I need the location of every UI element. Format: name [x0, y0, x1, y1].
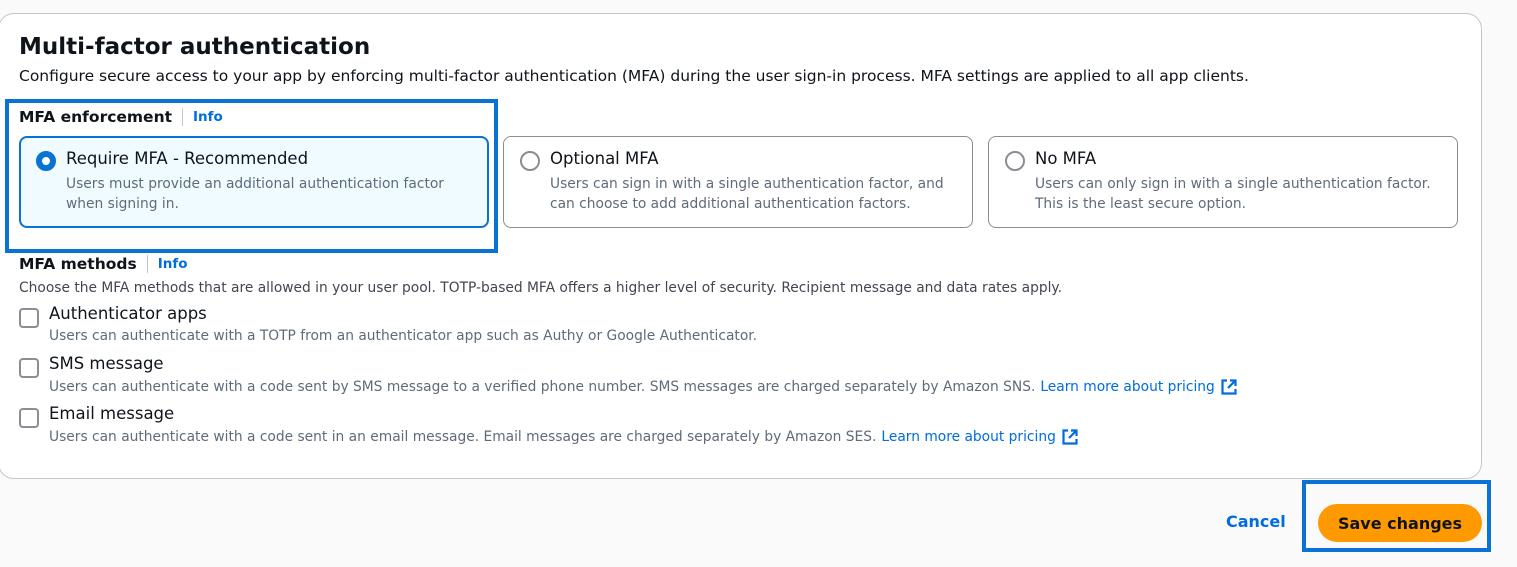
mfa-enforcement-label: MFA enforcement [19, 108, 173, 126]
mfa-methods-label-row: MFA methods Info [19, 255, 188, 273]
mfa-methods-info-link[interactable]: Info [158, 256, 188, 272]
label-divider [146, 255, 148, 273]
tile-optional-mfa[interactable]: Optional MFA Users can sign in with a si… [503, 136, 973, 228]
method-description: Users can authenticate with a TOTP from … [49, 328, 757, 344]
mfa-methods-description: Choose the MFA methods that are allowed … [19, 280, 1063, 296]
tile-title: No MFA [1035, 149, 1097, 168]
authenticator-apps-checkbox[interactable] [19, 308, 39, 328]
method-title: SMS message [49, 354, 164, 373]
method-description-text: Users can authenticate with a TOTP from … [49, 328, 758, 344]
section-description: Configure secure access to your app by e… [19, 67, 1249, 85]
tile-no-mfa[interactable]: No MFA Users can only sign in with a sin… [988, 136, 1458, 228]
tile-description: Users can only sign in with a single aut… [1035, 176, 1431, 212]
pricing-link-text: Learn more about pricing [1040, 379, 1215, 395]
email-pricing-link[interactable]: Learn more about pricing [881, 428, 1078, 446]
page-title: Multi-factor authentication [19, 34, 371, 60]
email-message-checkbox[interactable] [19, 408, 39, 428]
method-description-text: Users can authenticate with a code sent … [49, 429, 877, 445]
mfa-enforcement-info-link[interactable]: Info [193, 109, 223, 125]
external-link-icon [1221, 379, 1237, 395]
method-description: Users can authenticate with a code sent … [49, 428, 1079, 446]
tile-description: Users can sign in with a single authenti… [550, 176, 944, 212]
save-changes-button[interactable]: Save changes [1318, 504, 1482, 542]
cancel-button[interactable]: Cancel [1226, 512, 1286, 531]
tile-description: Users must provide an additional authent… [66, 176, 444, 212]
tile-title: Optional MFA [550, 149, 659, 168]
mfa-enforcement-label-row: MFA enforcement Info [19, 108, 223, 126]
method-description-text: Users can authenticate with a code sent … [49, 379, 1036, 395]
method-title: Authenticator apps [49, 304, 207, 323]
radio-optional-mfa[interactable] [520, 151, 540, 171]
mfa-methods-label: MFA methods [19, 255, 137, 273]
pricing-link-text: Learn more about pricing [881, 429, 1056, 445]
tile-title: Require MFA - Recommended [66, 149, 309, 168]
external-link-icon [1062, 429, 1078, 445]
radio-require-mfa[interactable] [36, 151, 56, 171]
radio-no-mfa[interactable] [1005, 151, 1025, 171]
method-title: Email message [49, 404, 175, 423]
tile-require-mfa[interactable]: Require MFA - Recommended Users must pro… [19, 136, 489, 228]
label-divider [182, 108, 184, 126]
sms-pricing-link[interactable]: Learn more about pricing [1040, 378, 1237, 396]
sms-message-checkbox[interactable] [19, 358, 39, 378]
method-description: Users can authenticate with a code sent … [49, 378, 1238, 396]
